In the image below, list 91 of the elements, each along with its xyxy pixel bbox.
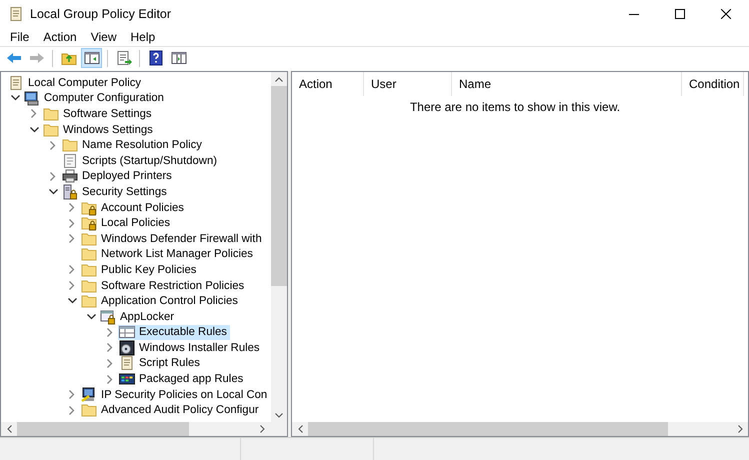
scroll-right-icon[interactable] (738, 425, 742, 433)
folder-icon (62, 137, 78, 154)
chevron-right-icon[interactable] (69, 234, 75, 244)
window-title: Local Group Policy Editor (30, 7, 172, 21)
tree-item[interactable]: Name Resolution Policy (61, 138, 205, 153)
folder-icon (81, 293, 97, 310)
document-icon (62, 152, 78, 169)
tree-item[interactable]: Computer Configuration (23, 90, 167, 106)
forward-arrow-icon (28, 50, 44, 66)
tree-item[interactable]: AppLocker (99, 309, 178, 324)
locked-folder-icon (81, 215, 97, 232)
tree-item[interactable]: Script Rules (118, 356, 203, 371)
column-header[interactable]: Action (292, 72, 364, 96)
tree-item[interactable]: Windows Installer Rules (118, 340, 263, 356)
empty-message: There are no items to show in this view. (410, 100, 620, 114)
folder-icon (81, 262, 97, 278)
computer-icon (24, 90, 40, 106)
tree-item[interactable]: Scripts (Startup/Shutdown) (61, 153, 220, 168)
chevron-right-icon[interactable] (69, 265, 75, 274)
tree-item[interactable]: Account Policies (80, 200, 187, 216)
folder-icon (81, 246, 97, 262)
scroll-left-icon[interactable] (298, 425, 302, 433)
back-arrow-icon (6, 50, 22, 66)
chevron-right-icon[interactable] (107, 343, 113, 352)
tree-item[interactable]: Public Key Policies (80, 262, 200, 278)
tree-item[interactable]: Advanced Audit Policy Configur (80, 402, 262, 418)
horizontal-scrollbar[interactable] (1, 422, 287, 436)
server-lock-icon (62, 184, 78, 200)
tree-item[interactable]: Windows Defender Firewall with (80, 231, 265, 246)
tree-item[interactable]: Deployed Printers (61, 168, 175, 184)
menu-item[interactable]: View (84, 30, 124, 44)
printer-icon (62, 168, 78, 184)
tree-item[interactable]: Security Settings (61, 184, 170, 200)
close-icon (721, 9, 731, 19)
menu-item[interactable]: Help (124, 30, 162, 44)
panes-button[interactable] (81, 48, 102, 68)
help-icon (148, 50, 164, 66)
panes-icon (170, 50, 186, 66)
scroll-right-icon[interactable] (260, 425, 264, 433)
chevron-right-icon[interactable] (69, 406, 75, 415)
horizontal-scrollbar[interactable] (292, 422, 748, 436)
table-icon (119, 324, 135, 340)
scroll-left-icon[interactable] (6, 425, 12, 433)
column-header[interactable]: Condition (682, 72, 744, 96)
tree-item[interactable]: Local Computer Policy (7, 75, 144, 90)
vertical-scrollbar[interactable] (271, 72, 287, 422)
chevron-right-icon[interactable] (107, 374, 113, 384)
chevron-down-icon[interactable] (10, 95, 20, 102)
tree-item[interactable]: Packaged app Rules (118, 372, 246, 387)
tree-item[interactable]: Executable Rules (118, 324, 230, 340)
menu-item[interactable]: Action (36, 30, 84, 44)
export-list-icon (116, 50, 132, 66)
tree-item[interactable]: Application Control Policies (80, 294, 241, 309)
chevron-right-icon[interactable] (69, 218, 75, 228)
chevron-down-icon[interactable] (48, 188, 58, 195)
chevron-right-icon[interactable] (50, 172, 56, 181)
tree-item[interactable]: Software Settings (42, 106, 155, 122)
chevron-down-icon[interactable] (86, 314, 96, 320)
tree-item[interactable]: Network List Manager Policies (80, 246, 256, 262)
folder-icon (43, 122, 59, 138)
scroll-down-icon[interactable] (275, 412, 283, 418)
chevron-right-icon[interactable] (107, 358, 113, 368)
chevron-right-icon[interactable] (31, 109, 37, 118)
tree-item[interactable]: Local Policies (80, 216, 174, 231)
scroll-icon (119, 355, 135, 372)
folder-icon (81, 402, 97, 418)
chevron-right-icon[interactable] (107, 328, 113, 337)
scroll-up-icon[interactable] (275, 76, 283, 82)
scroll-icon (8, 6, 24, 22)
tree-item[interactable]: Windows Settings (42, 122, 156, 138)
chevron-right-icon[interactable] (50, 140, 56, 150)
scroll-icon (8, 74, 24, 91)
computer-key-icon (81, 386, 97, 403)
tree-item[interactable]: Software Restriction Policies (80, 278, 248, 294)
folder-icon (81, 230, 97, 247)
maximize-icon (675, 9, 685, 19)
chevron-down-icon[interactable] (30, 126, 38, 133)
column-header[interactable]: Name (452, 72, 682, 96)
window-lock-icon (100, 308, 116, 325)
menu-item[interactable]: File (3, 30, 36, 44)
locked-folder-icon (81, 200, 97, 216)
chevron-right-icon[interactable] (69, 281, 75, 290)
panes-icon (84, 50, 100, 66)
folder-icon (43, 106, 59, 122)
app-grid-icon (119, 371, 135, 388)
chevron-right-icon[interactable] (69, 203, 75, 212)
folder-icon (81, 278, 97, 294)
chevron-down-icon[interactable] (68, 298, 76, 304)
tree-item[interactable]: IP Security Policies on Local Con (80, 387, 270, 402)
chevron-right-icon[interactable] (69, 390, 75, 400)
column-header[interactable]: User (364, 72, 452, 96)
